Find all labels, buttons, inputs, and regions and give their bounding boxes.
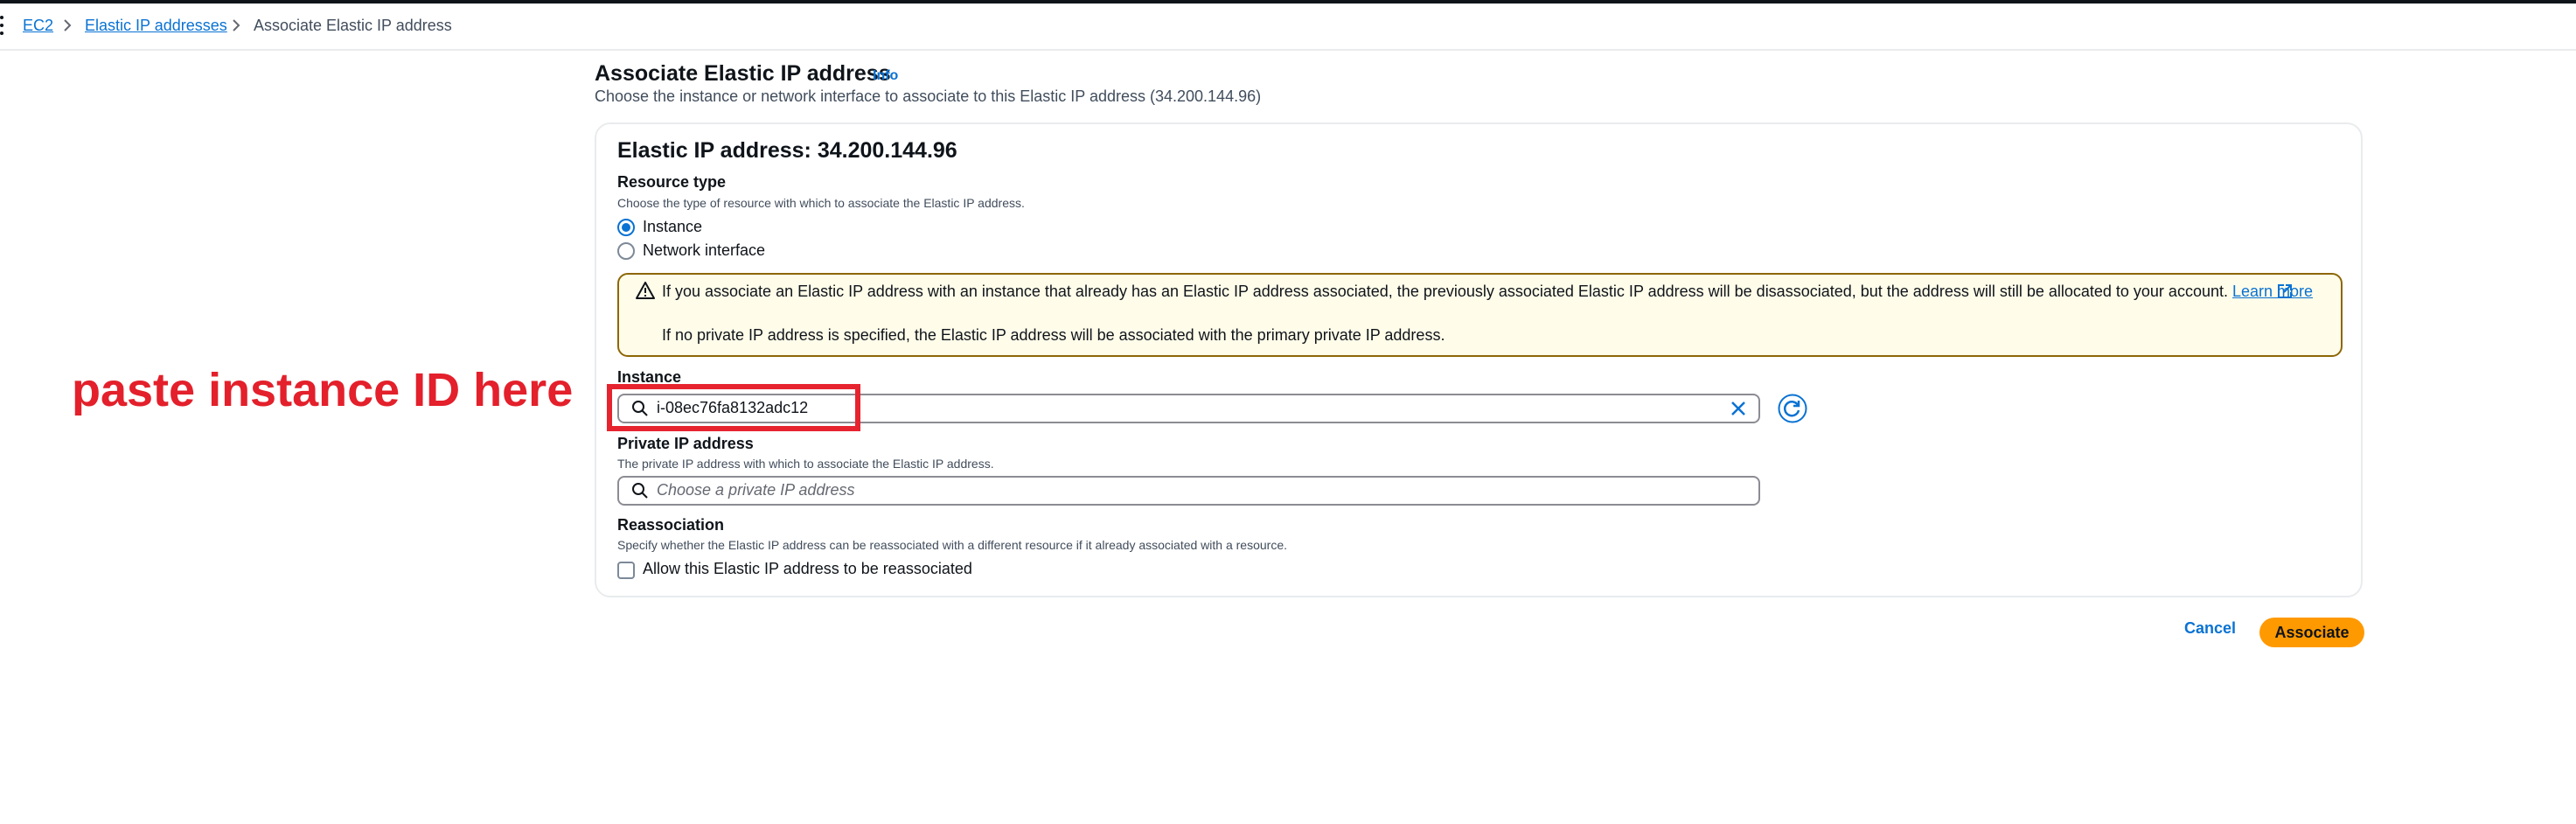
learn-more-link[interactable]: Learn more xyxy=(2232,283,2313,300)
cancel-button[interactable]: Cancel xyxy=(2184,619,2236,638)
info-link[interactable]: Info xyxy=(873,68,898,84)
network-interface-radio-label[interactable]: Network interface xyxy=(643,241,765,260)
card-title: Elastic IP address: 34.200.144.96 xyxy=(617,138,957,163)
chevron-right-icon xyxy=(64,19,72,31)
instance-radio-label[interactable]: Instance xyxy=(643,218,702,236)
chevron-right-icon xyxy=(233,19,240,31)
warning-icon xyxy=(636,282,655,299)
private-ip-placeholder[interactable]: Choose a private IP address xyxy=(657,481,854,499)
refresh-icon[interactable] xyxy=(1778,394,1807,423)
breadcrumb-current: Associate Elastic IP address xyxy=(254,17,452,34)
clear-icon[interactable] xyxy=(1730,400,1747,417)
reassociation-description: Specify whether the Elastic IP address c… xyxy=(617,538,1287,552)
page-description: Choose the instance or network interface… xyxy=(595,87,1262,105)
external-link-icon[interactable] xyxy=(2277,283,2293,299)
instance-radio[interactable] xyxy=(617,219,635,236)
alert-text-2: If no private IP address is specified, t… xyxy=(662,326,1445,344)
breadcrumb-ec2[interactable]: EC2 xyxy=(23,16,53,35)
reassociation-checkbox[interactable] xyxy=(617,562,635,579)
reassociation-checkbox-label[interactable]: Allow this Elastic IP address to be reas… xyxy=(643,560,972,578)
network-interface-radio[interactable] xyxy=(617,242,635,260)
annotation-highlight-box xyxy=(607,384,860,431)
page-title: Associate Elastic IP address xyxy=(595,61,891,86)
menu-dots-icon[interactable] xyxy=(0,16,5,38)
private-ip-description: The private IP address with which to ass… xyxy=(617,457,994,471)
breadcrumb-elastic-ip-addresses[interactable]: Elastic IP addresses xyxy=(85,16,227,35)
breadcrumb: EC2 Elastic IP addresses Associate Elast… xyxy=(0,3,2576,51)
alert-text-1: If you associate an Elastic IP address w… xyxy=(662,283,2314,300)
private-ip-label: Private IP address xyxy=(617,435,754,452)
search-icon xyxy=(632,483,648,499)
associate-button[interactable]: Associate xyxy=(2259,618,2364,647)
resource-type-description: Choose the type of resource with which t… xyxy=(617,196,1025,210)
reassociation-label: Reassociation xyxy=(617,516,725,534)
associate-form-card xyxy=(595,122,2363,597)
resource-type-label: Resource type xyxy=(617,173,727,191)
annotation-text: paste instance ID here xyxy=(72,364,574,416)
